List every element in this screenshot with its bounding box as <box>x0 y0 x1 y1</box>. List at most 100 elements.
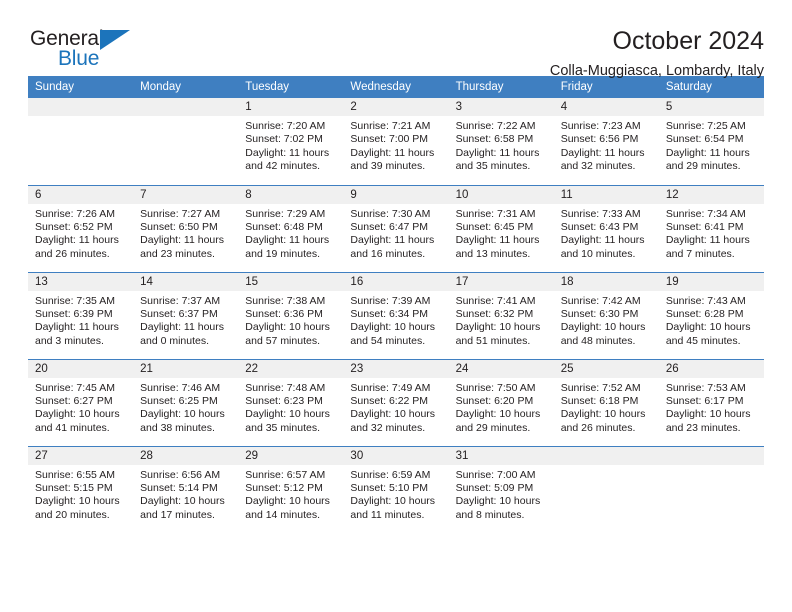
sunrise-time: Sunrise: 7:25 AM <box>665 120 746 132</box>
day-number: 29 <box>238 446 344 465</box>
calendar-day-cell[interactable]: 17 Sunrise: 7:41 AM Sunset: 6:32 PM Dayligh… <box>448 271 554 359</box>
daylight-duration-cont: and 17 minutes. <box>140 508 215 521</box>
calendar-day-cell[interactable]: 30 Sunrise: 6:59 AM Sunset: 5:10 PM Dayligh… <box>343 445 449 533</box>
day-details: Sunrise: 6:59 AM Sunset: 5:10 PM Daylight:… <box>343 465 448 523</box>
sunset-time: Sunset: 6:18 PM <box>560 394 639 407</box>
day-number <box>28 98 134 116</box>
day-number: 3 <box>448 98 554 116</box>
calendar-day-cell[interactable]: 9 Sunrise: 7:30 AM Sunset: 6:47 PM Daylight… <box>343 184 449 272</box>
sunset-time: Sunset: 6:28 PM <box>665 307 744 320</box>
sunset-time: Sunset: 6:36 PM <box>245 307 323 320</box>
daylight-duration-cont: and 32 minutes. <box>560 160 636 173</box>
daylight-duration-cont: and 13 minutes. <box>455 247 531 260</box>
daylight-duration: Daylight: 10 hours <box>245 495 330 508</box>
day-number: 7 <box>133 185 239 204</box>
calendar-day-cell[interactable]: 2 Sunrise: 7:21 AM Sunset: 7:00 PM Daylight… <box>343 98 449 185</box>
sunrise-time: Sunrise: 7:23 AM <box>560 120 641 132</box>
day-details: Sunrise: 7:35 AM Sunset: 6:39 PM Daylight:… <box>28 291 133 349</box>
sunrise-time: Sunrise: 7:29 AM <box>245 207 326 220</box>
sunrise-time: Sunrise: 7:46 AM <box>140 381 221 394</box>
day-details: Sunrise: 7:30 AM Sunset: 6:47 PM Daylight:… <box>343 204 448 262</box>
sunset-time: Sunset: 5:15 PM <box>35 481 113 494</box>
calendar-day-cell[interactable]: 5 Sunrise: 7:25 AM Sunset: 6:54 PM Daylight… <box>658 98 764 185</box>
calendar-day-cell[interactable]: 19 Sunrise: 7:43 AM Sunset: 6:28 PM Dayligh… <box>658 271 764 359</box>
daylight-duration: Daylight: 11 hours <box>35 321 119 334</box>
day-details: Sunrise: 7:37 AM Sunset: 6:37 PM Daylight:… <box>133 291 238 349</box>
sunrise-time: Sunrise: 7:42 AM <box>560 294 641 307</box>
calendar-day-cell[interactable]: 27 Sunrise: 6:55 AM Sunset: 5:15 PM Dayligh… <box>28 445 134 533</box>
daylight-duration: Daylight: 11 hours <box>140 321 224 334</box>
daylight-duration: Daylight: 11 hours <box>245 146 330 159</box>
sunrise-time: Sunrise: 7:41 AM <box>455 294 536 307</box>
calendar-week-row: 1 Sunrise: 7:20 AM Sunset: 7:02 PM Daylight… <box>28 98 764 185</box>
calendar-day-cell[interactable]: 14 Sunrise: 7:37 AM Sunset: 6:37 PM Dayligh… <box>133 271 239 359</box>
calendar-day-cell[interactable]: 21 Sunrise: 7:46 AM Sunset: 6:25 PM Dayligh… <box>133 358 239 446</box>
calendar-week-row: 13 Sunrise: 7:35 AM Sunset: 6:39 PM Dayligh… <box>28 271 764 359</box>
daylight-duration-cont: and 32 minutes. <box>350 421 426 434</box>
calendar-day-cell[interactable]: 3 Sunrise: 7:22 AM Sunset: 6:58 PM Daylight… <box>448 98 554 185</box>
calendar-day-cell[interactable]: 15 Sunrise: 7:38 AM Sunset: 6:36 PM Dayligh… <box>238 271 344 359</box>
day-number: 26 <box>658 359 764 378</box>
calendar-day-cell[interactable]: 28 Sunrise: 6:56 AM Sunset: 5:14 PM Dayligh… <box>133 445 239 533</box>
calendar-day-cell[interactable]: 25 Sunrise: 7:52 AM Sunset: 6:18 PM Dayligh… <box>553 358 659 446</box>
day-details: Sunrise: 6:56 AM Sunset: 5:14 PM Daylight:… <box>133 465 238 523</box>
calendar-day-cell[interactable]: 18 Sunrise: 7:42 AM Sunset: 6:30 PM Dayligh… <box>553 271 659 359</box>
calendar-day-cell[interactable]: 20 Sunrise: 7:45 AM Sunset: 6:27 PM Dayligh… <box>28 358 134 446</box>
daylight-duration-cont: and 35 minutes. <box>245 421 320 434</box>
general-blue-logo[interactable]: General Blue <box>28 26 148 74</box>
calendar-day-cell[interactable]: 16 Sunrise: 7:39 AM Sunset: 6:34 PM Dayligh… <box>343 271 449 359</box>
daylight-duration: Daylight: 11 hours <box>140 234 224 247</box>
day-number: 14 <box>133 272 239 291</box>
calendar-day-cell[interactable]: 23 Sunrise: 7:49 AM Sunset: 6:22 PM Dayligh… <box>343 358 449 446</box>
calendar-day-cell[interactable]: 1 Sunrise: 7:20 AM Sunset: 7:02 PM Daylight… <box>238 98 344 185</box>
calendar-day-cell[interactable]: 8 Sunrise: 7:29 AM Sunset: 6:48 PM Daylight… <box>238 184 344 272</box>
day-details: Sunrise: 7:53 AM Sunset: 6:17 PM Daylight:… <box>659 378 764 436</box>
calendar-day-cell[interactable]: 26 Sunrise: 7:53 AM Sunset: 6:17 PM Dayligh… <box>658 358 764 446</box>
sunrise-time: Sunrise: 7:39 AM <box>350 294 431 307</box>
day-details: Sunrise: 7:39 AM Sunset: 6:34 PM Daylight:… <box>343 291 448 349</box>
calendar-day-cell[interactable]: 6 Sunrise: 7:26 AM Sunset: 6:52 PM Daylight… <box>28 184 134 272</box>
calendar-page: General Blue October 2024 Colla-Muggiasc… <box>0 0 792 612</box>
page-subtitle: Colla-Muggiasca, Lombardy, Italy <box>549 63 764 79</box>
day-details: Sunrise: 7:26 AM Sunset: 6:52 PM Daylight:… <box>28 204 133 262</box>
daylight-duration: Daylight: 10 hours <box>350 408 436 421</box>
daylight-duration-cont: and 35 minutes. <box>455 160 531 173</box>
page-title: October 2024 <box>612 27 765 55</box>
calendar-day-cell[interactable]: 29 Sunrise: 6:57 AM Sunset: 5:12 PM Dayligh… <box>238 445 344 533</box>
daylight-duration-cont: and 16 minutes. <box>350 247 426 260</box>
daylight-duration: Daylight: 10 hours <box>140 408 225 421</box>
page-header: General Blue October 2024 Colla-Muggiasc… <box>28 0 765 79</box>
sunrise-time: Sunrise: 7:31 AM <box>455 207 536 220</box>
calendar-day-cell[interactable]: 24 Sunrise: 7:50 AM Sunset: 6:20 PM Dayligh… <box>448 358 554 446</box>
calendar-day-cell[interactable]: 13 Sunrise: 7:35 AM Sunset: 6:39 PM Dayligh… <box>28 271 134 359</box>
calendar-day-cell[interactable]: 4 Sunrise: 7:23 AM Sunset: 6:56 PM Daylight… <box>553 98 659 185</box>
sunset-time: Sunset: 6:37 PM <box>140 307 218 320</box>
daylight-duration-cont: and 57 minutes. <box>245 334 320 347</box>
sunset-time: Sunset: 6:22 PM <box>350 394 429 407</box>
daylight-duration-cont: and 23 minutes. <box>140 247 215 260</box>
sunrise-time: Sunrise: 7:33 AM <box>560 207 641 220</box>
daylight-duration: Daylight: 10 hours <box>560 321 646 334</box>
sunset-time: Sunset: 5:12 PM <box>245 481 323 494</box>
calendar-day-cell[interactable]: 10 Sunrise: 7:31 AM Sunset: 6:45 PM Dayligh… <box>448 184 554 272</box>
sunset-time: Sunset: 6:45 PM <box>455 220 534 233</box>
sunset-time: Sunset: 6:54 PM <box>665 133 744 146</box>
calendar-day-cell[interactable]: 22 Sunrise: 7:48 AM Sunset: 6:23 PM Dayligh… <box>238 358 344 446</box>
day-number <box>658 446 764 465</box>
day-number: 23 <box>343 359 449 378</box>
calendar-day-cell[interactable]: 7 Sunrise: 7:27 AM Sunset: 6:50 PM Daylight… <box>133 184 239 272</box>
calendar-day-cell[interactable]: 12 Sunrise: 7:34 AM Sunset: 6:41 PM Dayligh… <box>658 184 764 272</box>
day-details: Sunrise: 7:23 AM Sunset: 6:56 PM Daylight:… <box>554 116 659 174</box>
day-number: 20 <box>28 359 134 378</box>
calendar-day-cell[interactable]: 11 Sunrise: 7:33 AM Sunset: 6:43 PM Dayligh… <box>553 184 659 272</box>
calendar-day-cell[interactable]: 31 Sunrise: 7:00 AM Sunset: 5:09 PM Dayligh… <box>448 445 554 533</box>
day-details: Sunrise: 7:49 AM Sunset: 6:22 PM Daylight:… <box>343 378 448 436</box>
day-details: Sunrise: 7:45 AM Sunset: 6:27 PM Daylight:… <box>28 378 133 436</box>
day-number: 5 <box>658 98 764 116</box>
daylight-duration-cont: and 38 minutes. <box>140 421 215 434</box>
daylight-duration: Daylight: 10 hours <box>455 408 541 421</box>
sunrise-time: Sunrise: 7:26 AM <box>35 207 115 220</box>
sunset-time: Sunset: 6:25 PM <box>140 394 218 407</box>
calendar-day-cell-empty <box>553 445 659 533</box>
weekday-header-monday: Monday <box>133 76 239 98</box>
